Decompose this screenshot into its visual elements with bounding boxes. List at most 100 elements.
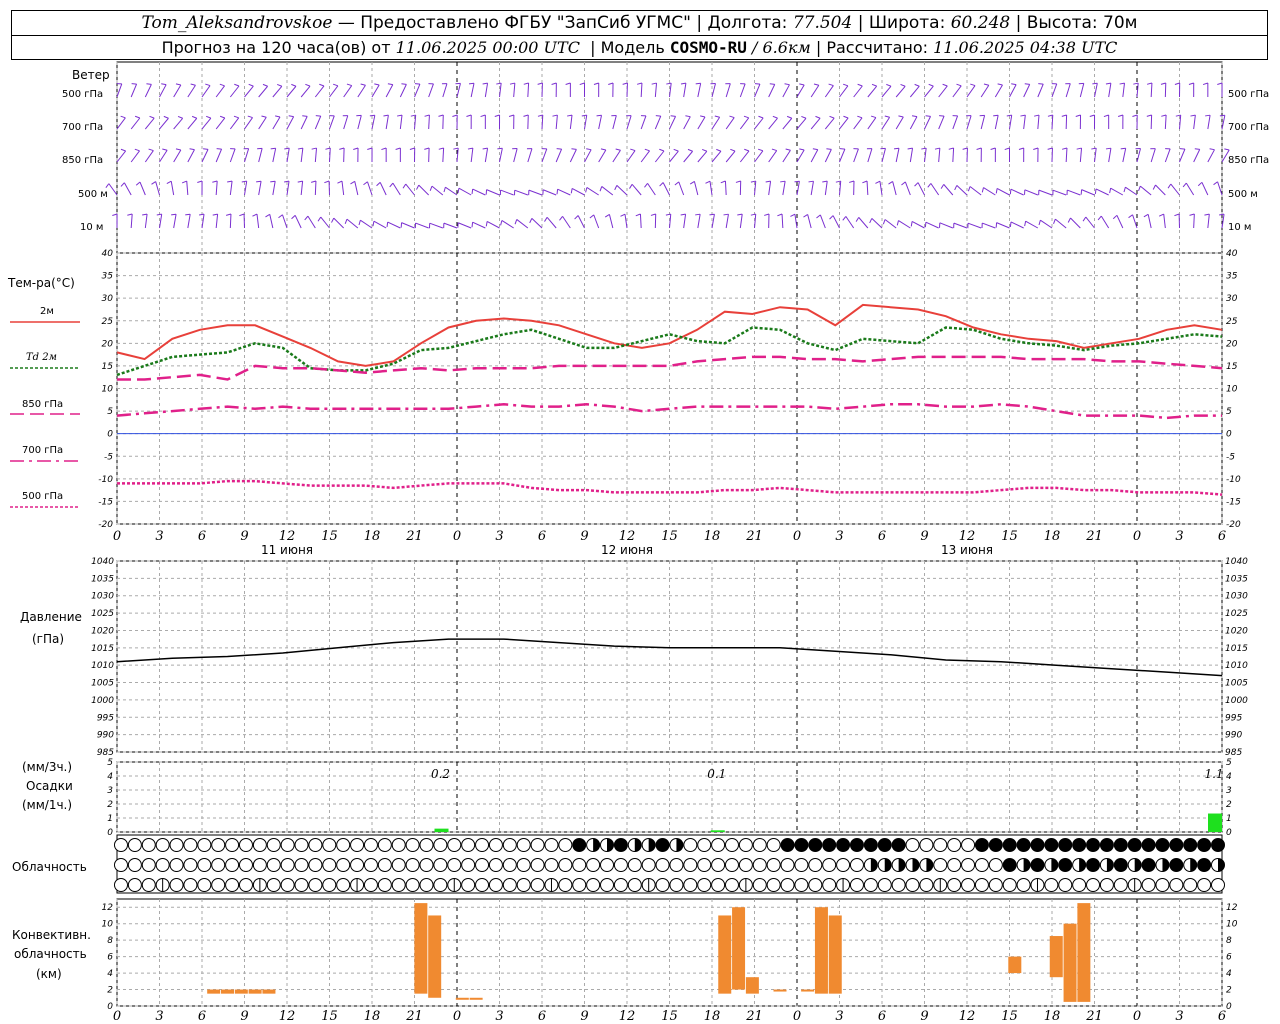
wind-barb xyxy=(754,83,761,98)
conv-bar xyxy=(773,989,787,992)
wind-barb-feather xyxy=(829,115,835,119)
wind-barb-feather xyxy=(615,148,621,151)
wind-barb-feather xyxy=(1103,114,1109,118)
wind-barb-feather xyxy=(1024,221,1027,227)
cloud-circle xyxy=(322,858,337,872)
cloud-circle xyxy=(461,858,476,872)
wind-barb xyxy=(853,117,863,130)
wind-barb-feather xyxy=(666,82,672,85)
cloud-circle xyxy=(183,878,198,892)
wind-barb xyxy=(499,148,503,163)
cloud-circle-fill xyxy=(607,838,614,852)
cloud-circle xyxy=(794,878,809,892)
wind-barb-feather xyxy=(1219,114,1225,117)
wind-barb xyxy=(796,84,805,98)
wind-barb xyxy=(966,85,976,98)
wind-barb-feather xyxy=(1011,83,1017,86)
cloud-circle xyxy=(988,838,1003,852)
wind-barb-feather xyxy=(514,219,518,225)
cloud-circle xyxy=(558,878,573,892)
cloud-circle xyxy=(475,838,490,852)
cloud-circle xyxy=(586,878,601,892)
precip-bar xyxy=(1208,813,1222,832)
wind-barb xyxy=(286,85,297,98)
wind-barb-feather xyxy=(163,115,169,119)
wind-barb xyxy=(1147,214,1152,229)
cloud-circle xyxy=(1211,838,1225,852)
wind-barb xyxy=(159,84,167,98)
conv-ytick-left: 6 xyxy=(107,953,113,963)
wind-barb xyxy=(1040,219,1053,229)
wind-barb-feather xyxy=(175,148,181,151)
wind-barb-feather xyxy=(162,148,168,151)
wind-barb-feather xyxy=(288,115,294,118)
wind-barb-feather xyxy=(339,147,345,150)
wind-barb-feather xyxy=(896,220,899,226)
wind-barb-feather xyxy=(151,181,156,185)
cloud-circle xyxy=(752,878,767,892)
wind-barb xyxy=(272,181,276,196)
wind-barb xyxy=(982,222,996,229)
wind-barb-feather xyxy=(884,115,890,118)
temp-ytick-right: 30 xyxy=(1226,294,1238,304)
cloud-circle xyxy=(1127,838,1142,852)
wind-barb-feather xyxy=(743,115,749,119)
precip-bar xyxy=(710,830,725,832)
wind-barb xyxy=(484,148,489,163)
wind-barb xyxy=(824,85,834,98)
wind-barb xyxy=(428,114,430,130)
cloud-circle xyxy=(724,858,739,872)
cloud-circle xyxy=(627,858,642,872)
precip-ytick-left: 3 xyxy=(107,786,113,796)
wind-barb xyxy=(1051,83,1058,98)
wind-barb-feather xyxy=(934,147,940,150)
cloud-circle xyxy=(1002,858,1017,872)
temp-ytick-right: -15 xyxy=(1226,497,1241,507)
pressure-ytick-left: 1015 xyxy=(91,644,114,654)
wind-barb-feather xyxy=(635,213,641,217)
temp-ytick-left: 40 xyxy=(102,249,114,259)
wind-barb-feather xyxy=(401,83,407,85)
wind-barb xyxy=(662,182,670,196)
wind-barb-feather xyxy=(105,183,110,188)
cloud-circle xyxy=(169,858,184,872)
wind-barb-feather xyxy=(862,180,868,184)
wind-barb xyxy=(470,148,474,163)
wind-barb-feather xyxy=(589,214,595,219)
wind-barb-feather xyxy=(284,180,290,183)
wind-barb-feather xyxy=(227,180,233,183)
cloud-circle xyxy=(391,878,406,892)
wind-barb-feather xyxy=(599,186,603,192)
cloud-circle xyxy=(280,878,295,892)
temp-ytick-right: -20 xyxy=(1226,520,1241,530)
cloud-circle xyxy=(516,878,531,892)
cloud-circle xyxy=(211,838,226,852)
pressure-ytick-left: 1010 xyxy=(91,661,114,671)
day-label: 11 июня xyxy=(261,543,313,557)
wind-barb-feather xyxy=(1182,182,1187,188)
wind-barb xyxy=(782,149,791,163)
wind-barb xyxy=(528,189,543,196)
wind-barb xyxy=(601,186,614,196)
cloud-circle xyxy=(183,858,198,872)
wind-barb xyxy=(938,148,941,163)
wind-barb xyxy=(272,85,283,98)
precip-ytick-left: 0 xyxy=(107,828,113,838)
time-tick-temp: 12 xyxy=(959,529,976,544)
cloud-circle xyxy=(669,878,684,892)
wind-barb xyxy=(341,181,345,196)
cloud-circle xyxy=(655,878,670,892)
wind-barb-feather xyxy=(1009,189,1012,195)
wind-barb-feather xyxy=(1034,114,1040,117)
wind-barb-feather xyxy=(402,183,407,189)
wind-barb xyxy=(486,220,500,229)
wind-barb-feather xyxy=(438,114,444,117)
pressure-ytick-left: 1035 xyxy=(91,574,114,584)
wind-barb xyxy=(130,83,138,98)
temp-ytick-left: 20 xyxy=(102,339,114,349)
wind-barb-feather xyxy=(898,115,904,118)
wind-barb xyxy=(807,214,812,229)
time-tick-temp: 0 xyxy=(793,529,801,544)
wind-barb xyxy=(144,117,155,130)
wind-barb-feather xyxy=(1105,147,1111,150)
